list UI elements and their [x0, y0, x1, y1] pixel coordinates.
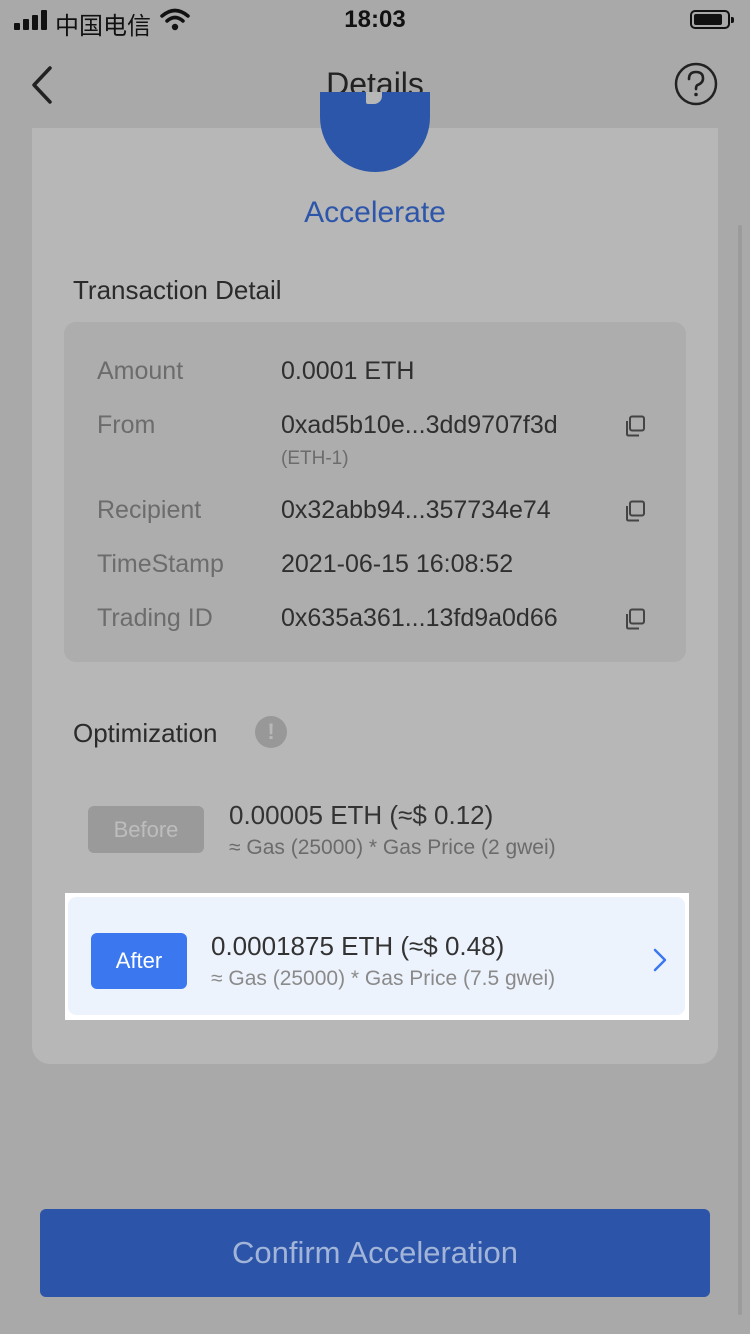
before-badge: Before — [88, 806, 204, 853]
amount-value: 0.0001 ETH — [281, 357, 415, 385]
from-label: From — [97, 411, 156, 439]
transaction-detail-title: Transaction Detail — [73, 275, 282, 305]
after-fee-panel[interactable]: After 0.0001875 ETH (≈$ 0.48) ≈ Gas (250… — [68, 897, 685, 1015]
after-badge: After — [91, 933, 187, 989]
accelerate-label: Accelerate — [304, 196, 446, 229]
recipient-address: 0x32abb94...357734e74 — [281, 496, 551, 524]
help-icon[interactable] — [674, 62, 718, 106]
after-fee-option[interactable]: After 0.0001875 ETH (≈$ 0.48) ≈ Gas (250… — [65, 893, 689, 1020]
recipient-label: Recipient — [97, 496, 202, 524]
trading-id-label: Trading ID — [97, 604, 213, 632]
from-address: 0xad5b10e...3dd9707f3d — [281, 411, 558, 439]
chevron-right-icon[interactable] — [652, 947, 668, 973]
after-fee-formula: ≈ Gas (25000) * Gas Price (7.5 gwei) — [211, 967, 556, 990]
copy-icon[interactable] — [624, 500, 646, 522]
copy-icon[interactable] — [624, 415, 646, 437]
confirm-acceleration-button[interactable]: Confirm Acceleration — [40, 1209, 710, 1297]
status-time: 18:03 — [344, 6, 406, 33]
timestamp-value: 2021-06-15 16:08:52 — [281, 550, 514, 578]
after-fee-amount: 0.0001875 ETH (≈$ 0.48) — [211, 931, 505, 961]
before-fee-amount: 0.00005 ETH (≈$ 0.12) — [229, 800, 494, 830]
before-fee-formula: ≈ Gas (25000) * Gas Price (2 gwei) — [229, 836, 556, 859]
timestamp-label: TimeStamp — [97, 550, 224, 578]
copy-icon[interactable] — [624, 608, 646, 630]
scrollbar[interactable] — [738, 225, 742, 1315]
status-bar: 中国电信 18:03 — [0, 0, 750, 40]
battery-icon — [690, 10, 734, 29]
amount-label: Amount — [97, 357, 184, 385]
optimization-title: Optimization — [73, 718, 218, 748]
info-icon[interactable]: ! — [255, 716, 287, 748]
trading-id-value: 0x635a361...13fd9a0d66 — [281, 604, 558, 632]
from-network: (ETH-1) — [281, 448, 349, 469]
